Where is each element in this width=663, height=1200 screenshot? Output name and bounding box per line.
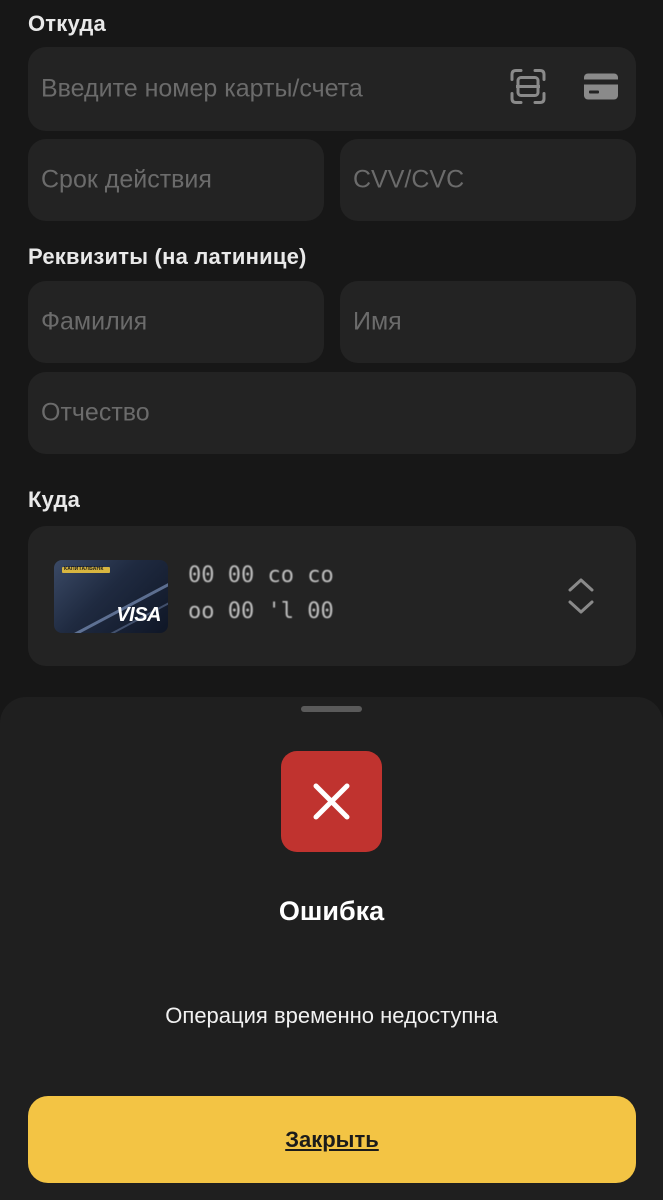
error-message: Операция временно недоступна [165,1003,498,1028]
first-name-field[interactable]: Имя [340,281,636,363]
sheet-grabber[interactable] [301,706,362,712]
details-section-label: Реквизиты (на латинице) [28,244,307,269]
scan-card-icon[interactable] [509,68,547,111]
to-section-label: Куда [28,487,81,512]
cvv-placeholder: CVV/CVC [353,165,465,194]
masked-card-number: 00 00 co co oo 00 'l 00 oo [188,558,358,634]
from-section-label: Откуда [28,11,106,36]
card-number-field[interactable]: Введите номер карты/счета [28,47,636,131]
error-bottom-sheet: Ошибка Операция временно недоступна Закр… [0,697,663,1200]
card-icon[interactable] [583,72,619,107]
transfer-screen: Откуда Введите номер карты/счета Срок де… [0,0,663,1200]
chevron-up-down-icon[interactable] [566,574,596,618]
last-name-field[interactable]: Фамилия [28,281,324,363]
masked-number-line2: oo 00 'l 00 oo [188,599,334,624]
first-name-placeholder: Имя [353,307,402,336]
error-title: Ошибка [278,896,385,926]
error-badge [281,751,382,852]
close-x-icon [313,783,350,820]
card-number-placeholder: Введите номер карты/счета [41,74,363,103]
close-button[interactable]: Закрыть [28,1096,636,1183]
destination-card-selector[interactable]: КАПИТАЛБАНК VISA 00 00 co co oo 00 'l 00… [28,526,636,666]
last-name-placeholder: Фамилия [41,307,148,336]
masked-number-line1: 00 00 co co [188,563,334,588]
expiry-field[interactable]: Срок действия [28,139,324,221]
visa-logo: VISA [116,604,161,626]
cvv-field[interactable]: CVV/CVC [340,139,636,221]
middle-name-field[interactable]: Отчество [28,372,636,454]
card-bank-name: КАПИТАЛБАНК [64,566,104,572]
middle-name-placeholder: Отчество [41,398,150,427]
expiry-placeholder: Срок действия [41,165,212,194]
destination-card-thumbnail: КАПИТАЛБАНК VISA [54,560,168,633]
